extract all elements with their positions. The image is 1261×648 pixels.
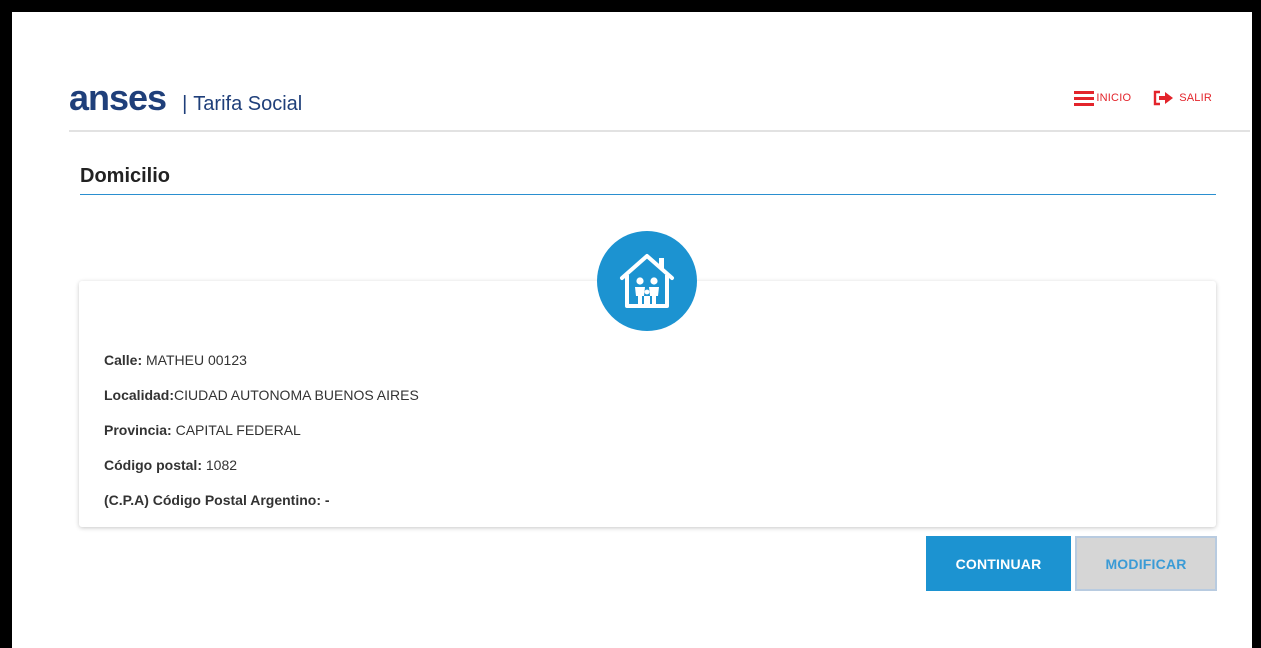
continue-button[interactable]: CONTINUAR xyxy=(926,536,1071,591)
locality-row: Localidad:CIUDAD AUTONOMA BUENOS AIRES xyxy=(104,386,419,404)
page-title: Domicilio xyxy=(80,165,1216,195)
cpa-value: - xyxy=(321,492,330,508)
brand-separator: | xyxy=(182,93,188,115)
house-icon xyxy=(620,254,674,308)
postal-code-row: Código postal: 1082 xyxy=(104,456,419,474)
app-name: Tarifa Social xyxy=(193,93,303,115)
street-value: MATHEU 00123 xyxy=(142,352,247,368)
postal-code-label: Código postal: xyxy=(104,457,202,473)
province-label: Provincia: xyxy=(104,422,172,438)
cpa-row: (C.P.A) Código Postal Argentino: - xyxy=(104,491,419,509)
app-header: anses | Tarifa Social INICIO SALIR xyxy=(69,78,1250,132)
address-fields: Calle: MATHEU 00123 Localidad:CIUDAD AUT… xyxy=(104,351,419,526)
form-actions: CONTINUAR MODIFICAR xyxy=(926,536,1217,591)
locality-value: CIUDAD AUTONOMA BUENOS AIRES xyxy=(174,387,419,403)
nav-logout-link[interactable]: SALIR xyxy=(1153,90,1212,106)
home-family-icon xyxy=(597,231,697,331)
cpa-label: (C.P.A) Código Postal Argentino: xyxy=(104,492,321,508)
modify-button[interactable]: MODIFICAR xyxy=(1075,536,1217,591)
postal-code-value: 1082 xyxy=(202,457,238,473)
nav-logout-label: SALIR xyxy=(1179,92,1212,104)
nav-home-label: INICIO xyxy=(1096,92,1132,104)
street-row: Calle: MATHEU 00123 xyxy=(104,351,419,369)
hamburger-menu-icon xyxy=(1074,90,1095,106)
street-label: Calle: xyxy=(104,352,143,368)
brand: anses | Tarifa Social xyxy=(69,80,302,122)
locality-label: Localidad: xyxy=(104,387,175,403)
nav-home-link[interactable]: INICIO xyxy=(1074,90,1131,106)
sign-out-icon xyxy=(1154,90,1174,106)
top-nav: INICIO SALIR xyxy=(1074,90,1212,106)
province-value: CAPITAL FEDERAL xyxy=(171,422,301,438)
province-row: Provincia: CAPITAL FEDERAL xyxy=(104,421,419,439)
anses-logo[interactable]: anses xyxy=(69,80,167,116)
